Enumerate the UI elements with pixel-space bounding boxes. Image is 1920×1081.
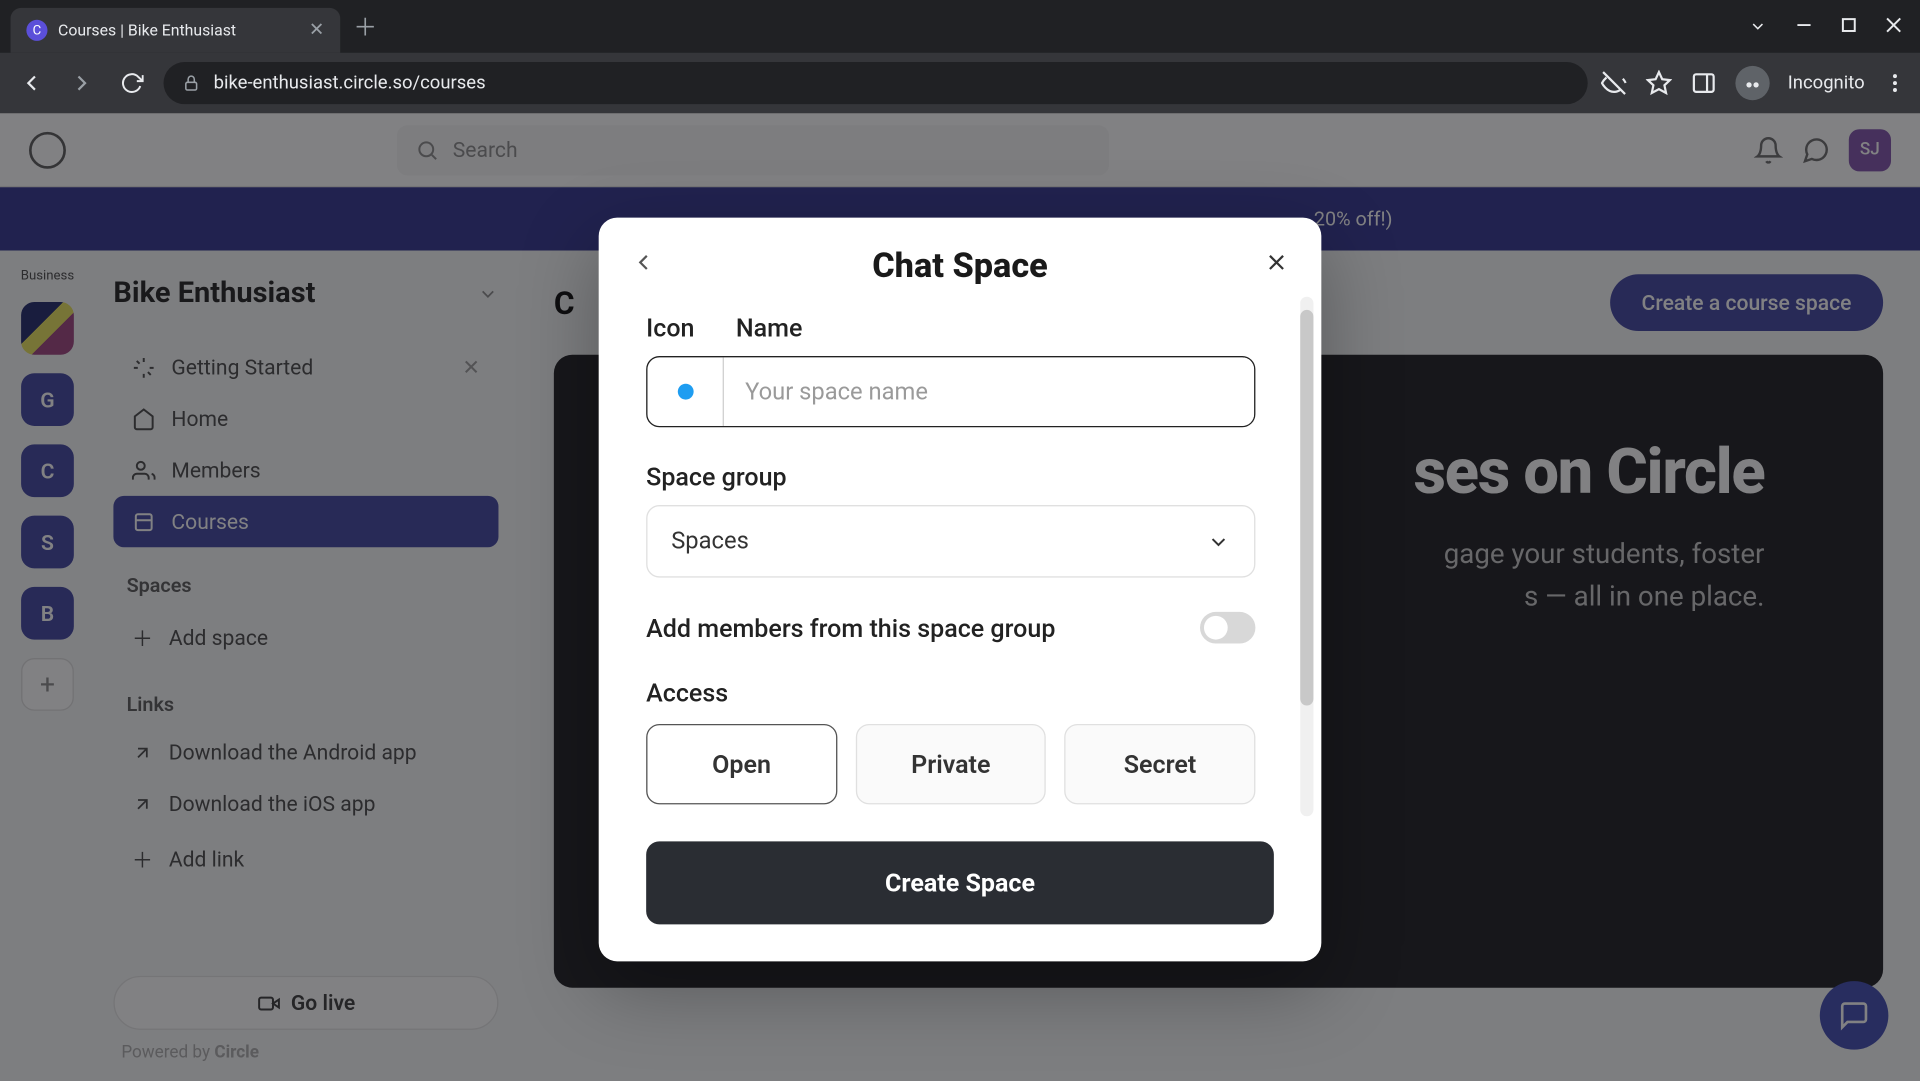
reload-button[interactable] (113, 71, 150, 95)
space-name-input[interactable] (724, 357, 1254, 426)
browser-toolbar: bike-enthusiast.circle.so/courses Incogn… (0, 53, 1920, 114)
incognito-icon[interactable] (1735, 66, 1769, 100)
modal-title: Chat Space (872, 247, 1048, 287)
space-group-value: Spaces (671, 527, 749, 555)
address-bar[interactable]: bike-enthusiast.circle.so/courses (164, 62, 1588, 104)
maximize-icon[interactable] (1841, 17, 1857, 35)
minimize-icon[interactable] (1796, 17, 1812, 35)
add-members-label: Add members from this space group (646, 613, 1055, 643)
browser-tab[interactable]: C Courses | Bike Enthusiast ✕ (11, 8, 341, 53)
star-icon[interactable] (1645, 70, 1671, 96)
chevron-down-icon[interactable] (1749, 17, 1767, 35)
url-text: bike-enthusiast.circle.so/courses (214, 73, 486, 94)
space-group-label: Space group (646, 462, 1255, 492)
add-members-toggle[interactable] (1200, 612, 1255, 644)
access-label: Access (646, 678, 1255, 708)
incognito-label: Incognito (1788, 73, 1865, 94)
browser-titlebar: C Courses | Bike Enthusiast ✕ ＋ (0, 0, 1920, 53)
access-option-private[interactable]: Private (855, 724, 1046, 804)
modal-back-button[interactable] (630, 249, 656, 275)
back-button[interactable] (13, 70, 50, 96)
tab-favicon: C (26, 20, 47, 41)
icon-picker[interactable] (647, 357, 723, 426)
modal-close-button[interactable] (1263, 249, 1289, 275)
kebab-menu-icon[interactable] (1883, 71, 1907, 95)
modal-scrollbar-thumb[interactable] (1300, 310, 1313, 706)
access-option-secret[interactable]: Secret (1065, 724, 1256, 804)
chevron-down-icon (1207, 529, 1231, 553)
tab-close-icon[interactable]: ✕ (309, 20, 324, 41)
forward-button[interactable] (63, 70, 100, 96)
eye-off-icon[interactable] (1601, 70, 1627, 96)
close-window-icon[interactable] (1886, 17, 1902, 35)
create-space-button[interactable]: Create Space (646, 841, 1274, 924)
name-input-row (646, 356, 1255, 427)
space-group-select[interactable]: Spaces (646, 505, 1255, 578)
lock-icon (182, 74, 200, 92)
panel-icon[interactable] (1690, 70, 1716, 96)
tab-title: Courses | Bike Enthusiast (58, 21, 298, 39)
name-field-label: Name (736, 313, 803, 343)
icon-field-label: Icon (646, 313, 709, 343)
modal-overlay[interactable]: Chat Space Icon Name Space group Spaces (0, 113, 1920, 1081)
window-controls (1749, 17, 1920, 35)
new-tab-button[interactable]: ＋ (353, 9, 377, 43)
access-option-open[interactable]: Open (646, 724, 837, 804)
icon-dot (677, 384, 693, 400)
create-space-modal: Chat Space Icon Name Space group Spaces (599, 218, 1322, 962)
page-viewport: Search SJ hidden left part behind modal … (0, 113, 1920, 1081)
